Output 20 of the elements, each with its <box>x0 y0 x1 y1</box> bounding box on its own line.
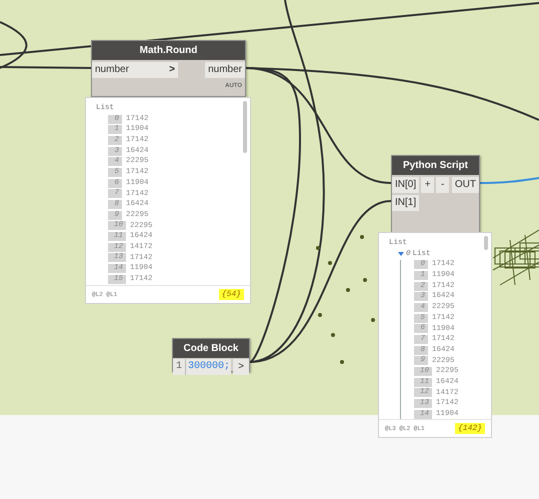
node-title: Math.Round <box>92 41 245 60</box>
input-port[interactable]: number > <box>92 62 178 78</box>
input-port[interactable]: IN[0] <box>392 177 420 193</box>
output-port[interactable]: OUT <box>452 177 479 193</box>
item-count: {54} <box>218 289 244 300</box>
wire <box>479 177 539 184</box>
item-count: {142} <box>454 423 485 434</box>
output-port[interactable]: > <box>233 359 249 375</box>
scrollbar[interactable] <box>484 236 488 250</box>
wireframe-drawing <box>492 230 539 286</box>
port-button[interactable]: + <box>421 177 434 193</box>
input-port[interactable]: IN[1] <box>392 195 420 211</box>
node-title: Python Script <box>392 156 479 175</box>
arrow-icon: > <box>169 62 175 78</box>
line-number: 1 <box>173 359 186 375</box>
expand-caret-icon[interactable] <box>398 251 404 258</box>
output-port[interactable]: number <box>205 62 245 78</box>
scrollbar[interactable] <box>243 101 247 153</box>
port-button[interactable]: - <box>436 177 450 193</box>
node-title: Code Block <box>173 339 249 358</box>
